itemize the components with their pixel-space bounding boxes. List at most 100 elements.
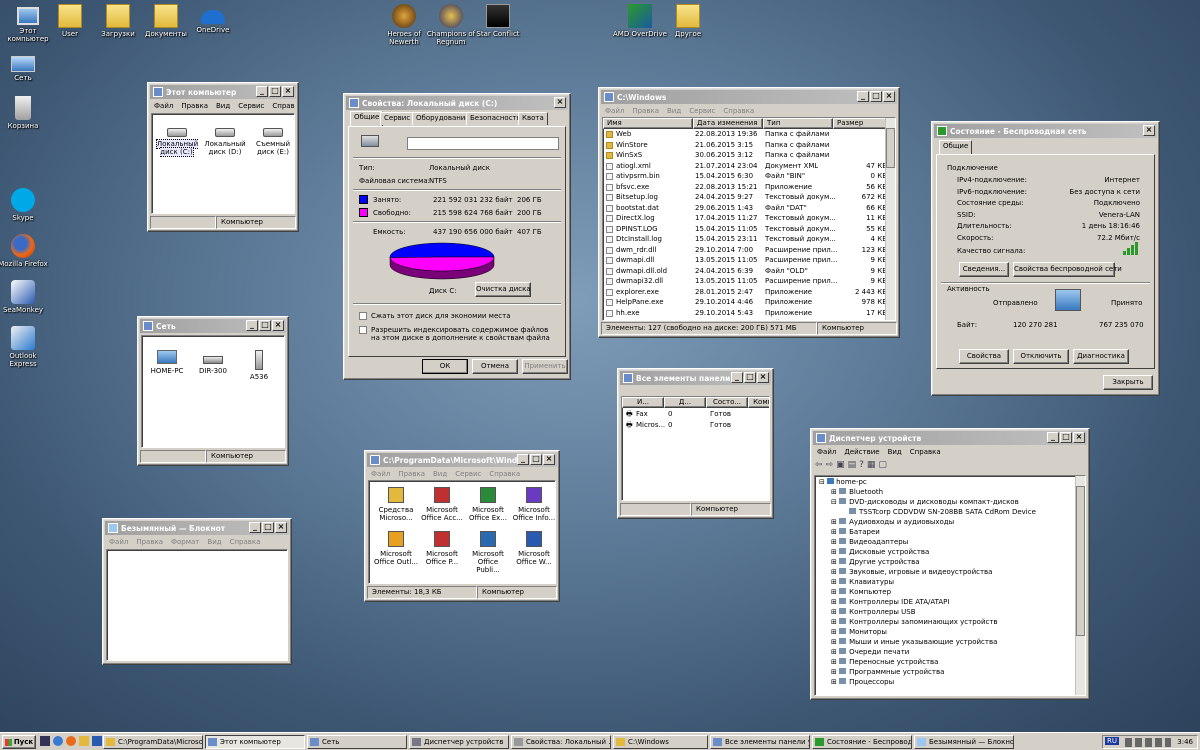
expand-icon[interactable]: ⊞ [831,678,839,686]
expand-icon[interactable]: ⊞ [831,638,839,646]
apply-button[interactable]: Применить [522,359,568,374]
ie-icon[interactable] [53,736,63,746]
close-button[interactable]: × [1143,125,1155,136]
expand-icon[interactable]: ⊞ [831,538,839,546]
disconnect-button[interactable]: Отключить [1013,349,1069,364]
file-row[interactable]: Web 22.08.2013 19:36 Папка с файлами [603,130,885,141]
menu-help[interactable]: Справка [489,470,520,478]
file-row[interactable]: Bitsetup.log 24.04.2015 9:27 Текстовый док… [603,193,887,204]
close-button[interactable]: × [543,454,555,465]
disk-properties-window[interactable]: Свойства: Локальный диск (C:) × Общие Сер… [343,93,571,380]
shortcut-item[interactable]: Средства Microso... [373,487,419,522]
file-row[interactable]: bfsvc.exe 22.08.2013 15:21 Приложение 56 КБ [603,183,887,194]
printer-row[interactable]: 🖶 Micros... 0 Готов [622,421,769,432]
volume-label-input[interactable] [407,137,559,150]
menu-help[interactable]: Справка [910,448,941,456]
file-row[interactable]: HelpPane.exe 29.10.2014 4:46 Приложение 978… [603,298,887,309]
file-row[interactable]: WinSxS 30.06.2015 3:12 Папка с файлами [603,151,885,162]
title-bar[interactable]: Состояние - Беспроводная сеть × [934,124,1157,138]
printer-row[interactable]: 🖶 Fax 0 Готов [622,410,769,421]
shortcut-item[interactable]: Microsoft Office Acc... [419,487,465,522]
device-category[interactable]: ⊞ Видеоадаптеры [831,538,908,546]
forward-icon[interactable]: ⇨ [826,460,834,474]
title-bar[interactable]: Этот компьютер _ □ × [150,85,296,99]
menu-view[interactable]: Вид [433,470,447,478]
device-category[interactable]: ⊞ Контроллеры USB [831,608,916,616]
shortcut-item[interactable]: Microsoft Office Info... [511,487,557,522]
desktop-icon-star-conflict[interactable]: Star Conflict [470,4,526,38]
ok-button[interactable]: ОК [422,359,468,374]
minimize-button[interactable]: _ [246,320,258,331]
collapse-icon[interactable]: ⊟ [831,498,839,506]
menu-edit[interactable]: Правка [136,538,163,546]
device-node[interactable]: TSSTcorp CDDVDW SN-208BB SATA CdRom Devi… [849,508,1036,516]
title-bar[interactable]: C:\Windows _ □ × [601,90,897,104]
menu-view[interactable]: Вид [667,107,681,115]
wifi-status-window[interactable]: Состояние - Беспроводная сеть × Общие Под… [931,121,1160,396]
collapse-icon[interactable]: ⊟ [819,478,825,486]
expand-icon[interactable]: ⊞ [831,618,839,626]
shortcut-item[interactable]: Microsoft Office Publi... [465,531,511,574]
device-category[interactable]: ⊞ Батареи [831,528,880,536]
drive-c[interactable]: Локальный диск (C:) [154,120,200,157]
media-icon[interactable] [92,736,102,746]
file-row[interactable]: DtcInstall.log 15.04.2015 23:11 Текстовый … [603,235,887,246]
help-icon[interactable]: ? [859,460,864,474]
tab-general[interactable]: Общие [939,140,973,154]
shortcut-item[interactable]: Microsoft Office Ex... [465,487,511,522]
device-category[interactable]: ⊞ Очереди печати [831,648,909,656]
expand-icon[interactable]: ⊞ [831,668,839,676]
disk-cleanup-button[interactable]: Очистка диска [475,282,531,297]
close-button[interactable]: × [275,522,287,533]
this-pc-window[interactable]: Этот компьютер _ □ × Файл Правка Вид Сервис Спр… [147,82,299,232]
file-row[interactable]: DirectX.log 17.04.2015 11:27 Текстовый док… [603,214,887,225]
device-category[interactable]: ⊞ Программные устройства [831,668,944,676]
tab-general[interactable]: Общие [350,111,384,126]
desktop-icon-skype[interactable]: Skype [0,188,51,222]
grid-icon[interactable]: ▦ [867,460,876,474]
close-button[interactable]: × [1073,432,1085,443]
desktop-icon-recycle-bin[interactable]: Корзина [0,96,51,130]
file-row[interactable]: atiogl.xml 21.07.2014 23:04 Документ XML 47… [603,162,887,173]
menu-format[interactable]: Формат [171,538,199,546]
expand-icon[interactable]: ⊞ [831,518,839,526]
menu-tools[interactable]: Сервис [238,102,264,110]
programdata-window[interactable]: C:\ProgramData\Microsoft\Windows\... _ □ × … [364,450,560,602]
device-category[interactable]: ⊞ Мониторы [831,628,887,636]
language-indicator[interactable]: RU [1105,737,1119,745]
expand-icon[interactable]: ⊞ [831,648,839,656]
expand-icon[interactable]: ⊞ [831,598,839,606]
column-comment[interactable]: Комм [748,397,769,408]
maximize-button[interactable]: □ [744,372,756,383]
diagnose-button[interactable]: Диагностика [1073,349,1129,364]
maximize-button[interactable]: □ [259,320,271,331]
desktop-icon-onedrive[interactable]: OneDrive [185,4,241,34]
tray-icons[interactable] [1125,738,1171,747]
column-name[interactable]: И... [622,397,664,408]
maximize-button[interactable]: □ [530,454,542,465]
details-button[interactable]: Сведения... [959,262,1009,277]
maximize-button[interactable]: □ [262,522,274,533]
minimize-button[interactable]: _ [517,454,529,465]
network-item-phone[interactable]: A536 [236,350,282,381]
task-network[interactable]: Сеть [307,735,407,749]
column-date[interactable]: Дата изменения [693,118,763,129]
shortcut-item[interactable]: Microsoft Office Outl... [373,531,419,566]
task-wifi-status[interactable]: Состояние - Беспровод... [812,735,912,749]
file-row[interactable]: MEMORY.DMP 26.06.2015 8:29 Файл "DMP" 577 0… [603,319,887,320]
device-category[interactable]: ⊞ Мыши и иные указывающие устройства [831,638,997,646]
file-row[interactable]: explorer.exe 28.01.2015 2:47 Приложение 2 4… [603,288,887,299]
clock[interactable]: 3:46 [1177,738,1193,746]
expand-icon[interactable]: ⊞ [831,488,839,496]
title-bar[interactable]: Свойства: Локальный диск (C:) × [346,96,568,110]
expand-icon[interactable]: ⊞ [831,588,839,596]
menu-file[interactable]: Файл [817,448,836,456]
notepad-window[interactable]: Безымянный — Блокнот _ □ × Файл Правка Формат… [102,518,292,665]
compress-checkbox[interactable] [359,312,367,320]
file-row[interactable]: DPINST.LOG 15.04.2015 11:05 Текстовый доку… [603,225,887,236]
menu-tools[interactable]: Сервис [689,107,715,115]
menu-edit[interactable]: Правка [632,107,659,115]
tree-icon[interactable]: ▤ [848,460,857,474]
control-panel-items-window[interactable]: Все элементы панели упр... _ □ × И... Д... … [617,368,774,519]
cancel-button[interactable]: Отмена [472,359,518,374]
